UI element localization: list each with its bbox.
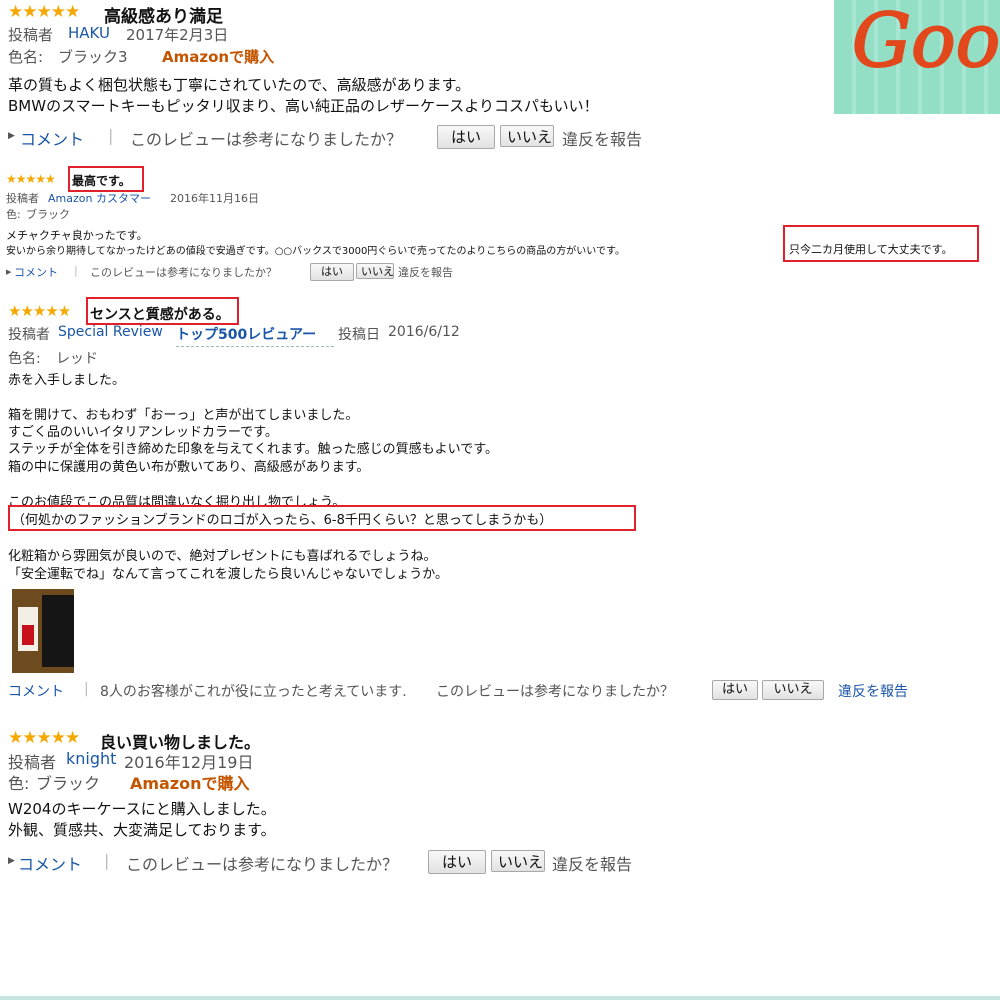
highlight-box <box>783 225 979 262</box>
review-date: 2016年11月16日 <box>170 192 259 205</box>
review-photo-thumbnail[interactable] <box>12 589 74 673</box>
star-rating: ★★★★★ <box>8 302 71 320</box>
color-value: ブラック3 <box>58 48 128 66</box>
review-date: 2016/6/12 <box>388 324 460 340</box>
bottom-divider <box>0 996 1000 1000</box>
helpful-no-button[interactable]: いいえ <box>356 263 394 279</box>
separator: | <box>108 126 114 145</box>
helpful-yes-button[interactable]: はい <box>712 680 758 700</box>
report-abuse-link[interactable]: 違反を報告 <box>838 681 908 701</box>
author-link[interactable]: HAKU <box>68 24 110 42</box>
posted-by-label: 投稿者 <box>6 192 39 205</box>
helpful-no-button[interactable]: いいえ <box>762 680 824 700</box>
good-badge-text: Good <box>851 0 1000 84</box>
helpful-count-text: 8人のお客様がこれが役に立ったと考えています. <box>100 684 407 700</box>
review-body-line: メチャクチャ良かったです。 <box>6 229 148 242</box>
verified-purchase-badge: Amazonで購入 <box>130 774 250 793</box>
review-body-line: 安いから余り期待してなかったけどあの値段で安過ぎです。○○バックスで3000円ぐ… <box>6 246 625 257</box>
helpful-no-button[interactable]: いいえ <box>500 125 554 147</box>
verified-purchase-badge: Amazonで購入 <box>162 48 275 66</box>
review-body-line: 外観、質感共、大変満足しております。 <box>8 821 276 839</box>
comment-link[interactable]: コメント <box>8 681 64 701</box>
color-label: 色名: <box>8 48 44 66</box>
color-label: 色: <box>6 208 21 221</box>
comment-link[interactable]: コメント <box>14 264 58 280</box>
helpful-yes-button[interactable]: はい <box>428 850 486 874</box>
separator: | <box>84 681 89 697</box>
review-body-line: 化粧箱から雰囲気が良いので、絶対プレゼントにも喜ばれるでしょうね。 <box>8 549 437 564</box>
color-label: 色: <box>8 774 30 793</box>
comment-link[interactable]: コメント <box>20 126 84 150</box>
photo-keycase-shape <box>22 625 34 645</box>
helpful-yes-button[interactable]: はい <box>310 263 354 281</box>
separator: | <box>104 851 110 870</box>
color-value: レッド <box>56 351 98 367</box>
posted-date-label: 投稿日 <box>338 327 380 343</box>
review-body-line: W204のキーケースにと購入しました。 <box>8 800 276 818</box>
badge-underline <box>176 346 334 347</box>
helpful-question: このレビューは参考になりましたか？ <box>436 684 674 700</box>
review-body-line: 赤を入手しました。 <box>8 373 126 388</box>
color-label: 色名: <box>8 351 41 367</box>
review-body-line: ステッチが全体を引き締めた印象を与えてくれます。触った感じの質感もよいです。 <box>8 442 498 457</box>
posted-by-label: 投稿者 <box>8 26 54 44</box>
star-rating: ★★★★★ <box>6 172 56 186</box>
helpful-yes-button[interactable]: はい <box>437 125 495 149</box>
expand-triangle-icon: ▶ <box>6 268 12 276</box>
posted-by-label: 投稿者 <box>8 327 50 343</box>
helpful-no-button[interactable]: いいえ <box>491 850 545 872</box>
author-link[interactable]: knight <box>66 749 116 768</box>
good-badge-image: Good <box>834 0 1000 114</box>
highlight-box <box>68 166 144 192</box>
report-abuse-link[interactable]: 違反を報告 <box>562 126 642 150</box>
review-body-line: BMWのスマートキーもピッタリ収まり、高い純正品のレザーケースよりコスパもいい！ <box>8 97 599 115</box>
expand-triangle-icon: ▶ <box>8 131 15 141</box>
highlight-box <box>8 505 636 531</box>
review-body-line: 「安全運転でね」なんて言ってこれを渡したら良いんじゃないでしょうか。 <box>8 567 449 582</box>
color-value: ブラック <box>26 208 70 221</box>
color-value: ブラック <box>36 774 101 793</box>
comment-link[interactable]: コメント <box>18 851 82 875</box>
review-body-line: 箱の中に保護用の黄色い布が敷いてあり、高級感があります。 <box>8 460 370 475</box>
separator: | <box>74 264 78 277</box>
star-rating: ★★★★★ <box>8 2 80 22</box>
top-reviewer-badge[interactable]: トップ500レビュアー <box>176 324 316 344</box>
report-abuse-link[interactable]: 違反を報告 <box>398 264 453 280</box>
star-rating: ★★★★★ <box>8 728 80 748</box>
review-date: 2017年2月3日 <box>126 26 229 44</box>
report-abuse-link[interactable]: 違反を報告 <box>552 851 632 875</box>
helpful-question: このレビューは参考になりましたか？ <box>90 266 277 279</box>
author-link[interactable]: Special Review <box>58 324 163 340</box>
helpful-question: このレビューは参考になりましたか？ <box>126 855 399 874</box>
photo-box-shape <box>42 595 74 667</box>
review-body-line: 革の質もよく梱包状態も丁寧にされていたので、高級感があります。 <box>8 76 471 94</box>
author-link[interactable]: Amazon カスタマー <box>48 190 151 206</box>
expand-triangle-icon: ▶ <box>8 856 15 866</box>
helpful-question: このレビューは参考になりましたか？ <box>130 130 403 149</box>
highlight-box <box>86 297 239 325</box>
